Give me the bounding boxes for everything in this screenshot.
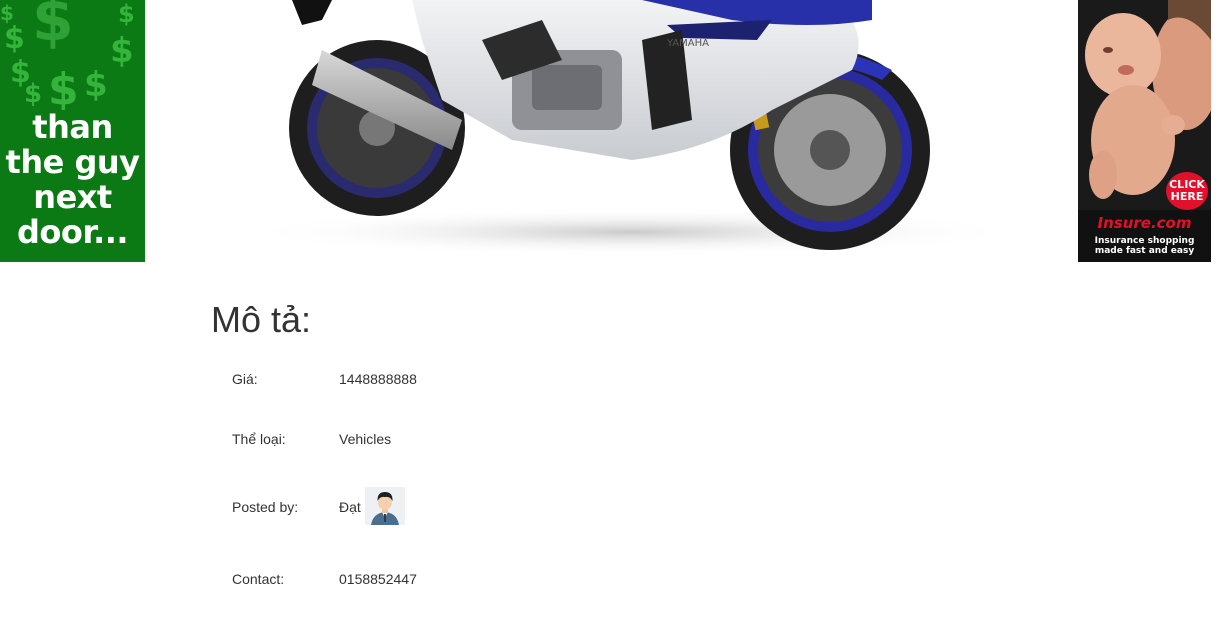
svg-text:$: $ xyxy=(0,1,14,25)
svg-text:$: $ xyxy=(24,79,42,109)
ad-tagline-line-1: Insurance shopping xyxy=(1094,236,1195,246)
click-badge-line-2: HERE xyxy=(1170,190,1204,203)
contact-label: Contact: xyxy=(232,571,285,587)
posted-by-row: Posted by: Đạt xyxy=(232,487,405,525)
poster-name[interactable]: Đạt xyxy=(339,499,361,515)
contact-value: 0158852447 xyxy=(339,571,417,587)
ad-left-line-2: the guy xyxy=(5,143,140,181)
ad-tagline-line-2: made fast and easy xyxy=(1094,246,1195,256)
svg-text:$: $ xyxy=(32,0,74,55)
svg-text:$: $ xyxy=(84,65,108,105)
ad-left-text: than the guy next door... xyxy=(0,110,145,250)
left-advertisement[interactable]: $ $ $ $ $ $ $ $ $ than the guy next door… xyxy=(0,0,145,262)
contact-row: Contact: 0158852447 xyxy=(232,571,417,587)
svg-text:$: $ xyxy=(4,21,25,56)
svg-text:YAMAHA: YAMAHA xyxy=(666,38,709,49)
svg-text:$: $ xyxy=(48,64,79,110)
ad-left-line-3: next xyxy=(33,178,112,216)
right-advertisement[interactable]: CLICK HERE Insure.com Insurance shopping… xyxy=(1078,0,1211,262)
category-value: Vehicles xyxy=(339,431,392,447)
svg-text:$: $ xyxy=(110,31,134,71)
ad-tagline: Insurance shopping made fast and easy xyxy=(1078,236,1211,256)
product-detail-page: $ $ $ $ $ $ $ $ $ than the guy next door… xyxy=(0,0,1223,632)
ad-brand-name: Insure.com xyxy=(1097,214,1192,232)
click-here-badge[interactable]: CLICK HERE xyxy=(1166,172,1208,210)
ad-left-line-4: door... xyxy=(16,213,129,251)
price-label: Giá: xyxy=(232,371,258,387)
motorcycle-image: YAMAHA xyxy=(242,0,1012,256)
user-avatar-icon[interactable] xyxy=(364,487,405,525)
description-title: Mô tả: xyxy=(211,299,312,340)
posted-by-value: Đạt xyxy=(339,487,405,525)
ad-left-line-1: than xyxy=(32,108,113,146)
price-value: 1448888888 xyxy=(339,371,417,387)
svg-text:$: $ xyxy=(118,0,135,28)
dollar-signs-graphic: $ $ $ $ $ $ $ $ $ xyxy=(0,0,135,110)
posted-by-label: Posted by: xyxy=(232,499,299,515)
price-row: Giá: 1448888888 xyxy=(232,371,417,387)
category-row: Thể loại: Vehicles xyxy=(232,431,391,447)
category-label: Thể loại: xyxy=(232,431,286,447)
